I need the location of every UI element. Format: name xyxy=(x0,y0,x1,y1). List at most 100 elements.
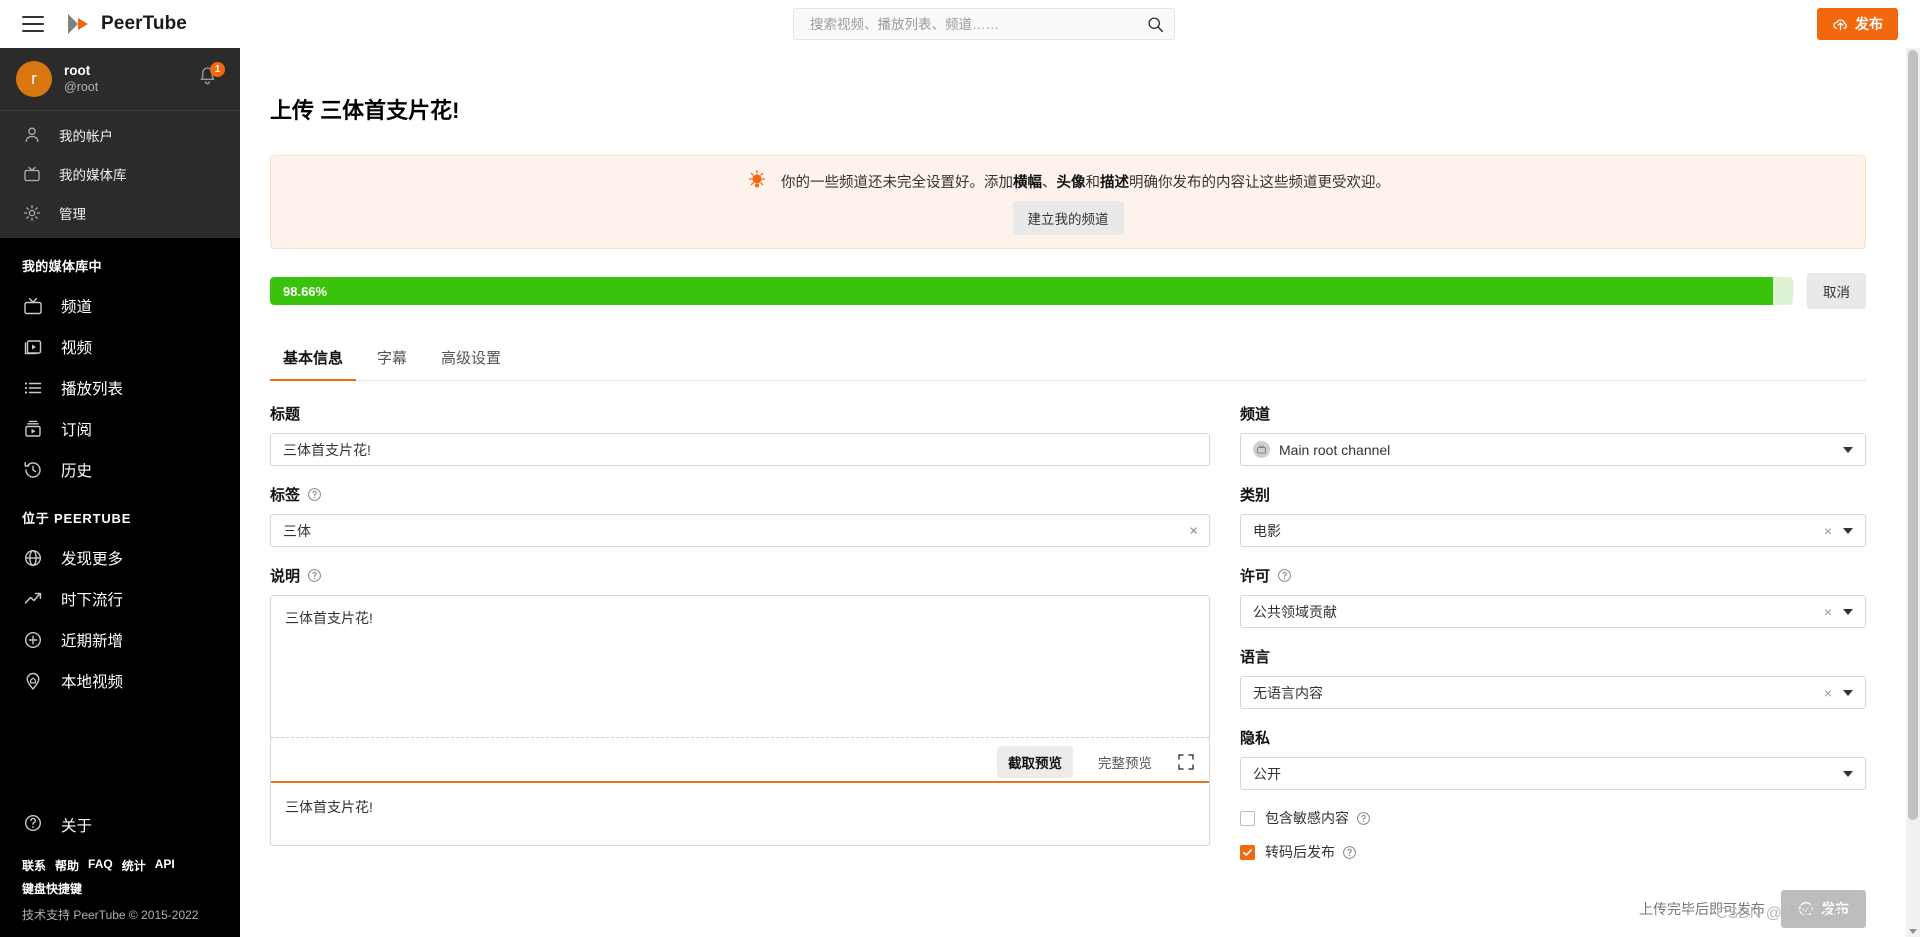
sidebar-item-local-videos[interactable]: 本地视频 xyxy=(0,660,240,701)
privacy-label: 隐私 xyxy=(1240,730,1271,747)
sidebar-item-channels[interactable]: 频道 xyxy=(0,285,240,326)
chevron-down-icon[interactable] xyxy=(1843,527,1853,534)
avatar[interactable]: r xyxy=(16,61,52,97)
tab-subtitles[interactable]: 字幕 xyxy=(364,339,420,381)
tv-icon xyxy=(22,295,44,317)
category-select[interactable]: 电影 × xyxy=(1240,514,1866,547)
description-editor: 截取预览 完整预览 三体首支片花! xyxy=(270,595,1210,846)
sidebar-item-label: 视频 xyxy=(61,339,93,357)
footer-link-stats[interactable]: 统计 xyxy=(122,857,146,874)
alert-text-4: 明确你发布的内容让这些频道更受欢迎。 xyxy=(1129,174,1390,191)
scrollbar-thumb[interactable] xyxy=(1908,50,1918,820)
footer-link-contact[interactable]: 联系 xyxy=(22,857,46,874)
close-icon[interactable]: × xyxy=(1189,523,1198,538)
hamburger-icon[interactable] xyxy=(22,16,44,32)
sensitive-label: 包含敏感内容 xyxy=(1265,808,1371,828)
tab-basic-info[interactable]: 基本信息 xyxy=(270,339,357,381)
create-my-channel-button[interactable]: 建立我的频道 xyxy=(1012,201,1124,235)
trending-icon xyxy=(22,588,44,610)
sidebar-item-trending[interactable]: 时下流行 xyxy=(0,578,240,619)
lightbulb-icon xyxy=(748,170,766,188)
subscriptions-icon xyxy=(22,418,44,440)
footer-copyright: 技术支持 PeerTube © 2015-2022 xyxy=(22,908,199,922)
video-stack-icon xyxy=(22,336,44,358)
privacy-select[interactable]: 公开 xyxy=(1240,757,1866,790)
plus-circle-icon xyxy=(22,629,44,651)
title-input[interactable] xyxy=(270,433,1210,466)
sidebar-item-history[interactable]: 历史 xyxy=(0,449,240,490)
question-circle-icon[interactable] xyxy=(1356,811,1371,826)
sidebar-item-my-library[interactable]: 我的媒体库 xyxy=(0,154,240,193)
scroll-down-icon[interactable] xyxy=(1909,929,1917,934)
footer-link-faq[interactable]: FAQ xyxy=(88,857,113,874)
question-circle-icon[interactable] xyxy=(307,487,322,502)
cancel-upload-button[interactable]: 取消 xyxy=(1807,273,1866,309)
map-pin-icon xyxy=(22,670,44,692)
clear-category-icon[interactable]: × xyxy=(1824,524,1832,538)
sidebar-section-peertube-title: 位于 PEERTUBE xyxy=(22,511,132,526)
sensitive-label-text: 包含敏感内容 xyxy=(1265,810,1349,826)
question-circle-icon[interactable] xyxy=(1277,568,1292,583)
publish-button-header[interactable]: 发布 xyxy=(1817,8,1898,40)
sidebar-item-playlists[interactable]: 播放列表 xyxy=(0,367,240,408)
sidebar-item-subscriptions[interactable]: 订阅 xyxy=(0,408,240,449)
gear-icon xyxy=(22,203,42,223)
peertube-logo[interactable]: PeerTube xyxy=(66,12,187,36)
user-handle: @root xyxy=(64,79,99,94)
sidebar-divider xyxy=(0,110,240,111)
notification-badge: 1 xyxy=(210,62,225,77)
tags-input[interactable] xyxy=(270,514,1210,547)
channel-select[interactable]: Main root channel xyxy=(1240,433,1866,466)
sensitive-checkbox[interactable] xyxy=(1240,810,1255,826)
channel-avatar-icon xyxy=(1253,441,1270,458)
truncated-preview-button[interactable]: 截取预览 xyxy=(997,746,1073,778)
chevron-down-icon[interactable] xyxy=(1843,770,1853,777)
license-label-text: 许可 xyxy=(1240,568,1271,585)
person-icon xyxy=(22,125,42,145)
alert-bold-description: 描述 xyxy=(1100,174,1129,191)
wait-transcoding-checkbox[interactable] xyxy=(1240,844,1255,860)
tab-advanced-settings[interactable]: 高级设置 xyxy=(428,339,514,381)
footer-link-api[interactable]: API xyxy=(155,857,175,874)
upload-progress-fill: 98.66% xyxy=(270,277,1773,305)
sensitive-checkbox-row[interactable]: 包含敏感内容 xyxy=(1240,808,1866,828)
clear-language-icon[interactable]: × xyxy=(1824,686,1832,700)
footer-link-help[interactable]: 帮助 xyxy=(55,857,79,874)
chevron-down-icon[interactable] xyxy=(1843,689,1853,696)
page-scrollbar[interactable] xyxy=(1906,48,1920,937)
sidebar-item-label: 近期新增 xyxy=(61,632,124,650)
sidebar-item-label: 我的媒体库 xyxy=(59,167,127,183)
search-bar[interactable] xyxy=(793,8,1175,40)
language-value: 无语言内容 xyxy=(1253,684,1323,701)
notifications-button[interactable]: 1 xyxy=(198,62,225,90)
description-textarea[interactable] xyxy=(271,596,1209,738)
language-select[interactable]: 无语言内容 × xyxy=(1240,676,1866,709)
footer-link-keyboard-shortcuts[interactable]: 键盘快捷键 xyxy=(22,882,82,896)
sidebar-item-label: 频道 xyxy=(61,298,93,316)
complete-preview-button[interactable]: 完整预览 xyxy=(1087,746,1163,778)
license-select[interactable]: 公共领域贡献 × xyxy=(1240,595,1866,628)
search-input[interactable] xyxy=(808,15,1147,33)
sidebar-item-discover[interactable]: 发现更多 xyxy=(0,537,240,578)
description-label: 说明 xyxy=(270,565,1210,586)
globe-icon xyxy=(22,547,44,569)
clear-license-icon[interactable]: × xyxy=(1824,605,1832,619)
chevron-down-icon[interactable] xyxy=(1843,446,1853,453)
sidebar-user-block[interactable]: r root @root 1 xyxy=(0,48,240,110)
search-icon[interactable] xyxy=(1147,16,1164,33)
sidebar-item-admin[interactable]: 管理 xyxy=(0,193,240,232)
wait-transcoding-checkbox-row[interactable]: 转码后发布 xyxy=(1240,842,1866,862)
chevron-down-icon[interactable] xyxy=(1843,608,1853,615)
sidebar-item-label: 我的帐户 xyxy=(59,128,113,144)
keyboard-shortcuts-row: 键盘快捷键 xyxy=(0,874,240,898)
license-label: 许可 xyxy=(1240,565,1866,586)
form-tabs: 基本信息 字幕 高级设置 xyxy=(270,339,1866,381)
question-circle-icon[interactable] xyxy=(307,568,322,583)
sidebar-item-about[interactable]: 关于 xyxy=(0,803,240,847)
sidebar-item-videos[interactable]: 视频 xyxy=(0,326,240,367)
maximize-icon[interactable] xyxy=(1177,753,1195,771)
sidebar-item-my-account[interactable]: 我的帐户 xyxy=(0,115,240,154)
description-label-text: 说明 xyxy=(270,568,301,585)
question-circle-icon[interactable] xyxy=(1342,845,1357,860)
sidebar-item-recently-added[interactable]: 近期新增 xyxy=(0,619,240,660)
